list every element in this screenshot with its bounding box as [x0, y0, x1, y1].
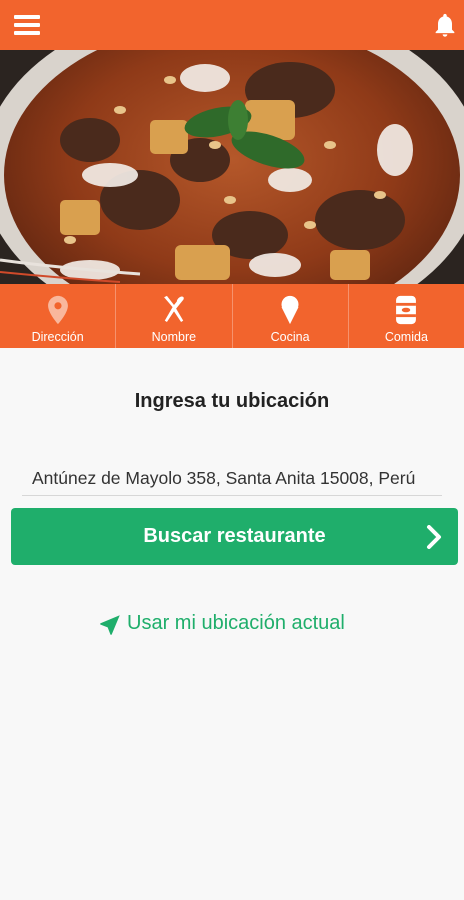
can-icon	[396, 295, 417, 325]
category-comida[interactable]: Comida	[349, 284, 464, 348]
search-restaurant-button[interactable]: Buscar restaurante	[11, 508, 458, 565]
category-label: Nombre	[151, 330, 197, 344]
hamburger-menu-icon[interactable]	[13, 12, 43, 38]
address-input[interactable]	[22, 462, 442, 496]
fork-spoon-icon	[163, 295, 184, 323]
category-nombre[interactable]: Nombre	[116, 284, 233, 348]
location-pin-icon	[47, 295, 68, 325]
bell-icon[interactable]	[431, 11, 459, 39]
hero-food-image	[0, 50, 464, 284]
category-label: Dirección	[31, 330, 84, 344]
page-title: Ingresa tu ubicación	[134, 390, 330, 412]
chevron-right-icon	[427, 525, 441, 549]
use-location-label: Usar mi ubicación actual	[127, 612, 345, 634]
category-bar: Dirección Nombre Cocina Comida	[0, 284, 464, 348]
top-app-bar	[0, 0, 464, 50]
category-label: Comida	[384, 330, 428, 344]
category-label: Cocina	[270, 330, 310, 344]
search-button-label: Buscar restaurante	[143, 525, 326, 547]
category-direccion[interactable]: Dirección	[0, 284, 117, 348]
navigation-arrow-icon	[100, 615, 120, 635]
ice-cream-cone-icon	[281, 295, 299, 325]
category-cocina[interactable]: Cocina	[233, 284, 349, 348]
